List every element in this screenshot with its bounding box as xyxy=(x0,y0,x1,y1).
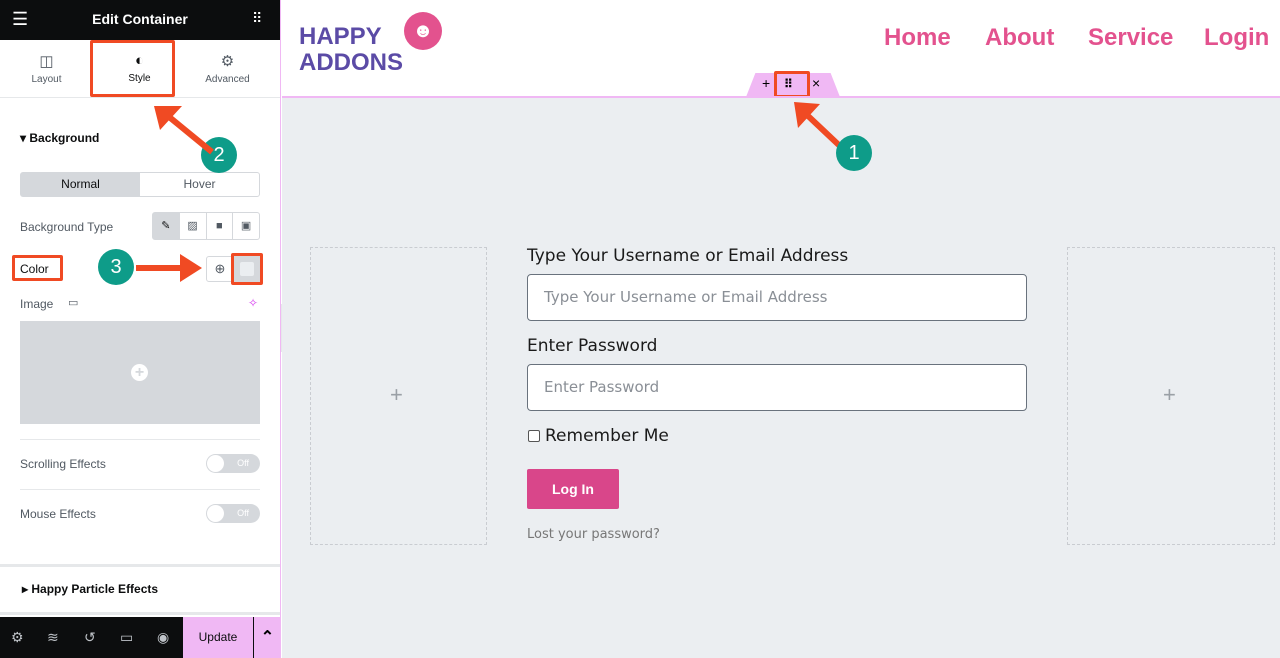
annotation-arrow-2 xyxy=(154,106,214,155)
history-icon[interactable]: ↺ xyxy=(84,629,96,646)
remember-me-label[interactable]: Remember Me xyxy=(545,426,669,446)
layers-icon[interactable]: ≋ xyxy=(47,629,59,646)
editor-canvas: + + Type Your Username or Email Address … xyxy=(282,96,1280,658)
logo-line2: ADDONS xyxy=(299,49,404,76)
section-title: Background xyxy=(29,131,100,145)
section-title: Happy Particle Effects xyxy=(31,582,159,596)
add-image-icon: + xyxy=(131,364,148,381)
brush-icon[interactable]: ✎ xyxy=(153,213,180,239)
nav-service[interactable]: Service xyxy=(1088,24,1173,52)
lost-password-link[interactable]: Lost your password? xyxy=(527,527,660,542)
section-background[interactable]: ▾ Background xyxy=(20,131,99,145)
panel-title: Edit Container xyxy=(92,11,188,27)
image-upload-area[interactable]: + xyxy=(20,321,260,424)
state-toggle: Normal Hover xyxy=(20,172,260,197)
tab-label: Layout xyxy=(31,74,62,85)
color-picker-swatch[interactable] xyxy=(231,253,263,285)
add-container-icon[interactable]: + xyxy=(762,75,770,91)
divider xyxy=(20,439,260,440)
background-type-label: Background Type xyxy=(20,220,114,234)
slideshow-icon[interactable]: ▣ xyxy=(233,213,259,239)
editor-panel: ☰ Edit Container ⠿ ◫ Layout ◐ Style ⚙ Advan… xyxy=(0,0,281,658)
log-in-button[interactable]: Log In xyxy=(527,469,619,509)
tab-layout[interactable]: ◫ Layout xyxy=(0,40,93,98)
username-label: Type Your Username or Email Address xyxy=(527,246,849,266)
remember-me-checkbox[interactable] xyxy=(528,430,540,442)
mouse-effects-label: Mouse Effects xyxy=(20,507,96,521)
global-colors-icon[interactable]: ⊕ xyxy=(206,256,234,282)
password-input[interactable]: Enter Password xyxy=(527,364,1027,411)
gear-icon: ⚙ xyxy=(220,53,235,70)
happy-addons-logo[interactable]: HAPPY ADDONS xyxy=(299,24,403,76)
divider xyxy=(0,564,280,567)
mouse-effects-toggle[interactable]: Off xyxy=(206,504,260,523)
nav-about[interactable]: About xyxy=(985,24,1054,52)
tab-hover[interactable]: Hover xyxy=(140,173,259,196)
background-type-selector: ✎ ▨ ■ ▣ xyxy=(152,212,260,240)
annotation-arrow-3 xyxy=(136,254,202,282)
ai-sparkle-icon[interactable]: ✧ xyxy=(248,296,258,310)
happy-face-logo-icon: ☻ xyxy=(404,12,442,50)
username-input[interactable]: Type Your Username or Email Address xyxy=(527,274,1027,321)
update-button[interactable]: Update xyxy=(183,617,253,658)
settings-icon[interactable]: ⚙ xyxy=(11,629,24,646)
toggle-state: Off xyxy=(237,508,249,518)
delete-container-icon[interactable]: × xyxy=(812,75,820,91)
apps-grid-icon[interactable]: ⠿ xyxy=(252,10,262,27)
password-label: Enter Password xyxy=(527,336,658,356)
desktop-icon[interactable]: ▭ xyxy=(68,296,78,309)
add-element-icon[interactable]: + xyxy=(1163,382,1176,408)
nav-home[interactable]: Home xyxy=(884,24,951,52)
preview-eye-icon[interactable]: ◉ xyxy=(157,629,169,646)
logo-line1: HAPPY xyxy=(299,23,382,50)
panel-header: ☰ Edit Container ⠿ xyxy=(0,0,280,40)
columns-icon: ◫ xyxy=(39,53,54,70)
site-header: HAPPY ADDONS ☻ Home About Service Login … xyxy=(282,0,1280,98)
tab-normal[interactable]: Normal xyxy=(21,173,140,196)
divider xyxy=(0,612,280,615)
responsive-icon[interactable]: ▭ xyxy=(120,629,133,646)
empty-column-left[interactable]: + xyxy=(310,247,487,545)
add-element-icon[interactable]: + xyxy=(390,382,403,408)
scrolling-effects-toggle[interactable]: Off xyxy=(206,454,260,473)
chevron-up-icon[interactable]: ⌃ xyxy=(254,617,281,658)
color-preview xyxy=(240,262,254,276)
tab-label: Advanced xyxy=(205,74,250,85)
nav-login[interactable]: Login xyxy=(1204,24,1269,52)
color-label: Color xyxy=(20,262,49,276)
scrolling-effects-label: Scrolling Effects xyxy=(20,457,106,471)
video-icon[interactable]: ■ xyxy=(207,213,234,239)
section-happy-particle-effects[interactable]: ▸ Happy Particle Effects xyxy=(22,582,158,596)
annotation-badge-3: 3 xyxy=(98,249,134,285)
divider xyxy=(20,489,260,490)
gradient-icon[interactable]: ▨ xyxy=(180,213,207,239)
toggle-state: Off xyxy=(237,458,249,468)
tab-advanced[interactable]: ⚙ Advanced xyxy=(181,40,274,98)
image-label: Image xyxy=(20,297,54,311)
annotation-highlight-style xyxy=(90,40,175,97)
empty-column-right[interactable]: + xyxy=(1067,247,1275,545)
annotation-highlight-handle xyxy=(774,71,810,98)
annotation-badge-1: 1 xyxy=(836,135,872,171)
